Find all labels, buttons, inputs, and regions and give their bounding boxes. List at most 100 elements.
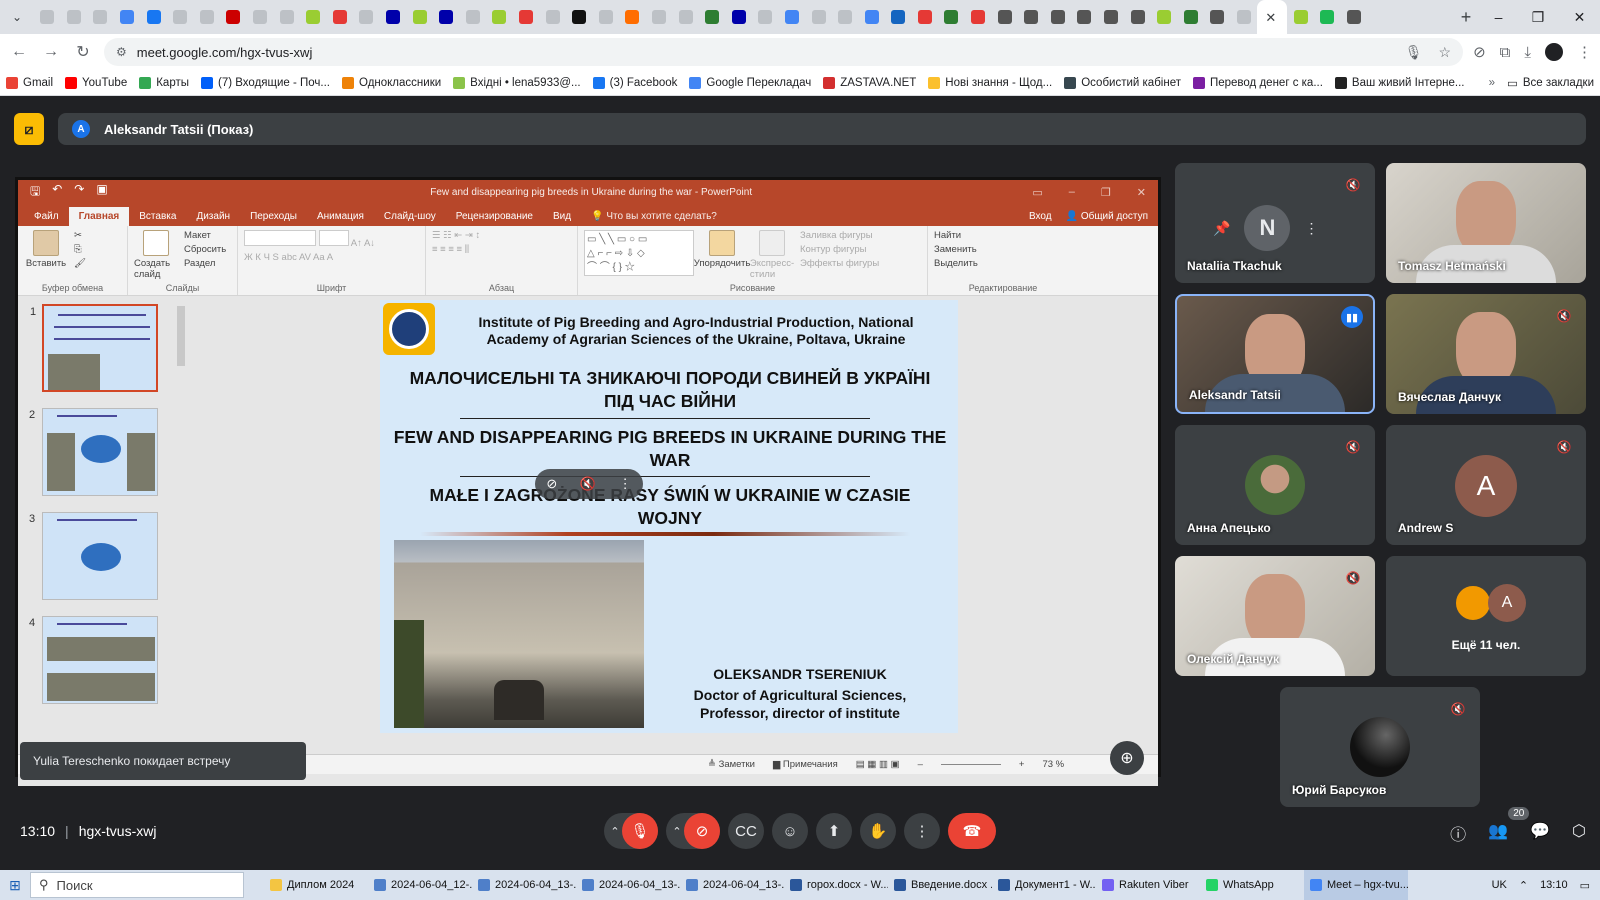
browser-tab[interactable] — [539, 0, 566, 34]
browser-tab[interactable] — [672, 0, 699, 34]
info-icon[interactable]: ⓘ — [1450, 821, 1466, 845]
browser-tab[interactable] — [140, 0, 167, 34]
browser-tab[interactable] — [34, 0, 61, 34]
browser-tab[interactable] — [566, 0, 593, 34]
browser-tab[interactable]: ✕ — [1257, 0, 1288, 34]
mic-off-button[interactable]: 🎙 — [622, 813, 658, 849]
taskbar-app[interactable]: Документ1 - W... — [992, 870, 1096, 900]
language-indicator[interactable]: UK — [1492, 879, 1507, 891]
browser-tab[interactable] — [752, 0, 779, 34]
browser-tab[interactable] — [1098, 0, 1125, 34]
bookmark-item[interactable]: Одноклассники — [342, 76, 441, 89]
browser-tab[interactable] — [725, 0, 752, 34]
taskbar-app[interactable]: 2024-06-04_12-... — [368, 870, 472, 900]
taskbar-app[interactable]: Введение.docx ... — [888, 870, 992, 900]
bookmark-item[interactable]: Gmail — [6, 76, 53, 89]
browser-tab[interactable] — [1124, 0, 1151, 34]
bookmark-star-icon[interactable]: ☆ — [1439, 44, 1452, 61]
browser-tab[interactable] — [61, 0, 88, 34]
tile-more-icon[interactable]: ⋮ — [1304, 220, 1318, 237]
taskbar-app[interactable]: Rakuten Viber — [1096, 870, 1200, 900]
zoom-presentation-icon[interactable]: ⊕ — [1110, 741, 1144, 775]
browser-tab[interactable] — [805, 0, 832, 34]
notifications-icon[interactable]: ▭ — [1580, 879, 1590, 892]
browser-tab[interactable] — [699, 0, 726, 34]
tray-up-icon[interactable]: ⌃ — [1519, 879, 1528, 892]
more-participants-tile[interactable]: A Ещё 11 чел. — [1386, 556, 1586, 676]
participant-tile[interactable]: A 🔇 Andrew S — [1386, 425, 1586, 545]
browser-tab[interactable] — [1314, 0, 1341, 34]
taskbar-app[interactable]: 2024-06-04_13-... — [576, 870, 680, 900]
pin-icon[interactable]: 📌 — [1213, 220, 1230, 237]
more-options-button[interactable]: ⋮ — [904, 813, 940, 849]
browser-tab[interactable] — [513, 0, 540, 34]
browser-tab[interactable] — [1178, 0, 1205, 34]
browser-tab[interactable] — [938, 0, 965, 34]
browser-tab[interactable] — [619, 0, 646, 34]
browser-tab[interactable] — [646, 0, 673, 34]
extension-icon[interactable]: ⊘ — [1473, 43, 1486, 61]
profile-avatar[interactable] — [1545, 43, 1563, 61]
unpin-icon[interactable]: ⊘ — [546, 476, 557, 492]
browser-tab[interactable] — [832, 0, 859, 34]
reload-icon[interactable]: ↻ — [72, 42, 94, 62]
forward-icon[interactable]: → — [40, 43, 62, 61]
bookmark-item[interactable]: Google Перекладач — [689, 76, 811, 89]
mic-options-icon[interactable]: ⌃ — [608, 825, 622, 838]
bookmark-item[interactable]: Ваш живий Інтерне... — [1334, 76, 1465, 89]
bookmark-item[interactable]: Вхідні • lena5933@... — [453, 76, 581, 89]
browser-tab[interactable] — [1204, 0, 1231, 34]
browser-tab[interactable] — [1341, 0, 1368, 34]
bookmark-item[interactable]: (7) Входящие - Поч... — [201, 76, 330, 89]
taskbar-clock[interactable]: 13:10 — [1540, 879, 1568, 891]
minimize-icon[interactable]: – — [1495, 9, 1503, 26]
taskbar-app[interactable]: 2024-06-04_13-... — [680, 870, 784, 900]
close-tab-icon[interactable]: ✕ — [1265, 10, 1279, 25]
present-button[interactable]: ⬆ — [816, 813, 852, 849]
browser-tab[interactable] — [327, 0, 354, 34]
download-icon[interactable]: ⤓ — [1524, 44, 1531, 61]
participant-tile[interactable]: 🔇 Олексій Данчук — [1175, 556, 1375, 676]
browser-tab[interactable] — [1231, 0, 1258, 34]
browser-tab[interactable] — [1045, 0, 1072, 34]
browser-tab[interactable] — [885, 0, 912, 34]
back-icon[interactable]: ← — [8, 43, 30, 61]
taskbar-app[interactable]: Meet – hgx-tvu... — [1304, 870, 1408, 900]
close-window-icon[interactable]: ✕ — [1574, 9, 1586, 26]
browser-tab[interactable] — [912, 0, 939, 34]
activities-icon[interactable]: ⬡ — [1572, 821, 1586, 845]
menu-dots-icon[interactable]: ⋮ — [1577, 43, 1592, 61]
new-tab-button[interactable]: + — [1452, 7, 1480, 28]
browser-tab[interactable] — [1287, 0, 1314, 34]
emoji-button[interactable]: ☺ — [772, 813, 808, 849]
participant-tile[interactable]: Tomasz Hetmański — [1386, 163, 1586, 283]
participant-tile[interactable]: 🔇 Анна Апецько — [1175, 425, 1375, 545]
chat-icon[interactable]: 💬 — [1530, 821, 1550, 845]
all-bookmarks[interactable]: ▭ Все закладки — [1507, 76, 1594, 90]
camera-off-button[interactable]: ⊘ — [684, 813, 720, 849]
extensions-puzzle-icon[interactable]: ⧉ — [1500, 44, 1511, 61]
people-icon[interactable]: 👥 20 — [1488, 807, 1530, 845]
mute-tile-icon[interactable]: 🔇 — [580, 476, 596, 492]
presenting-icon[interactable]: ⧄ — [14, 113, 44, 145]
browser-tab[interactable] — [406, 0, 433, 34]
raise-hand-button[interactable]: ✋ — [860, 813, 896, 849]
browser-tab[interactable] — [194, 0, 221, 34]
bookmark-item[interactable]: Особистий кабінет — [1064, 76, 1181, 89]
browser-tab[interactable] — [247, 0, 274, 34]
browser-tab[interactable] — [300, 0, 327, 34]
browser-tab[interactable] — [1071, 0, 1098, 34]
browser-tab[interactable] — [114, 0, 141, 34]
browser-tab[interactable] — [779, 0, 806, 34]
browser-tab[interactable] — [167, 0, 194, 34]
leave-call-button[interactable]: ☎ — [948, 813, 996, 849]
taskbar-search[interactable]: ⚲ Поиск — [30, 872, 244, 898]
browser-tab[interactable] — [380, 0, 407, 34]
site-info-icon[interactable]: ⚙ — [116, 45, 127, 59]
browser-tab[interactable] — [858, 0, 885, 34]
taskbar-app[interactable]: 2024-06-04_13-... — [472, 870, 576, 900]
browser-tab[interactable] — [460, 0, 487, 34]
browser-tab[interactable] — [1151, 0, 1178, 34]
browser-tab[interactable] — [220, 0, 247, 34]
bookmark-item[interactable]: ZASTAVA.NET — [823, 76, 916, 89]
